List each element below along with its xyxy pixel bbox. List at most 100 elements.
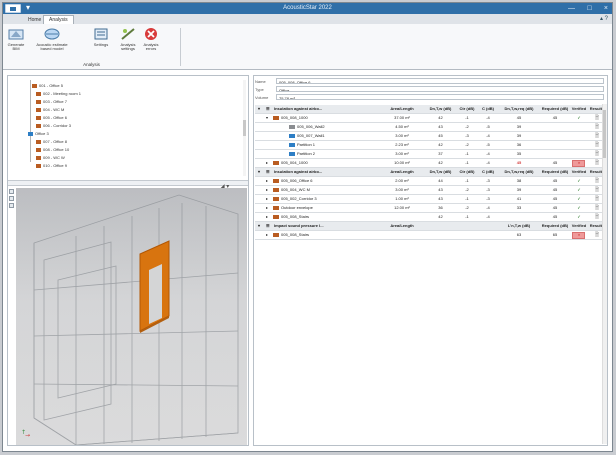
acoustic-model-label: Acoustic estimate based model: [36, 42, 68, 51]
verified-status: ✓: [577, 187, 581, 192]
c-value: -3: [486, 187, 490, 192]
expand-icon[interactable]: ▸: [266, 177, 272, 186]
expand-icon[interactable]: ▾: [266, 114, 272, 123]
acoustic-model-button[interactable]: Acoustic estimate based model: [31, 27, 73, 51]
tree-scroll-thumb[interactable]: [243, 120, 246, 136]
collapse-icon[interactable]: ▾: [258, 105, 264, 114]
table-scroll-thumb[interactable]: [603, 110, 606, 158]
name-field[interactable]: Name 005_008_Office 6: [255, 78, 605, 85]
tree-item[interactable]: 010 - Office 9: [36, 162, 67, 170]
table-row[interactable]: Partition 2 3.00 m² 37 -1 -4 35 🗎: [255, 150, 607, 159]
volume-label: Volume: [255, 95, 269, 100]
close-button[interactable]: ×: [604, 5, 608, 12]
required-value: 33: [516, 205, 522, 210]
required-threshold: 45: [552, 115, 558, 120]
generate-button[interactable]: Generate BIM: [6, 27, 26, 51]
column-header-verified: Verified: [571, 223, 587, 228]
required-value: 39: [516, 187, 522, 192]
row-label: Partition 1: [297, 142, 316, 147]
ctr-value: -2: [465, 142, 469, 147]
type-field[interactable]: Type Office: [255, 86, 605, 93]
expand-icon[interactable]: ▸: [266, 195, 272, 204]
collapse-icon[interactable]: ▾: [258, 168, 264, 177]
element-icon: [273, 160, 279, 165]
table-row[interactable]: Partition 1 2.23 m² 42 -2 -5 36 🗎: [255, 141, 607, 150]
type-input[interactable]: Office: [276, 86, 604, 92]
analysis-errors-button[interactable]: Analysis errors: [141, 27, 161, 51]
section-header-row: ▾ ☰ Impact sound pressure l... Area/Leng…: [255, 222, 607, 231]
row-label: Partition 2: [297, 151, 316, 156]
dntw-value: 36: [438, 205, 443, 210]
c-value: -4: [486, 205, 490, 210]
dntw-value: 43: [438, 187, 443, 192]
tree-item[interactable]: 003 - Office 7: [36, 98, 67, 106]
table-row-group[interactable]: ▸ 005_008_Stairs 42 -1 -4 45 ✓ 🗎: [255, 213, 607, 222]
room-icon: [36, 155, 41, 160]
tree-item[interactable]: 004 - WC M: [36, 106, 64, 114]
required-value: 45: [516, 115, 522, 120]
tree-item-group[interactable]: Office 3: [28, 130, 49, 138]
element-icon: [273, 214, 279, 219]
svg-text:→: →: [25, 432, 30, 439]
tree-item[interactable]: 007 - Office 8: [36, 138, 67, 146]
ctr-value: -1: [465, 151, 469, 156]
ribbon-collapse-help[interactable]: ▴ ?: [600, 15, 608, 22]
table-row-group[interactable]: ▸ 005_008_Stairs 63 65 × 🗎: [255, 231, 607, 240]
tree-item[interactable]: 001 - Office 5: [32, 82, 63, 90]
ctr-value: -2: [465, 205, 469, 210]
view-toolbar: [8, 180, 248, 186]
analysis-settings-button[interactable]: Analysis settings: [117, 27, 139, 51]
table-row-group[interactable]: ▸ 005_006_Office 6 2.00 m² 44 -1 -3 38 4…: [255, 177, 607, 186]
expand-icon[interactable]: ▸: [266, 213, 272, 222]
verified-status: ×: [577, 232, 581, 237]
table-row-group[interactable]: ▾ 005_008_1000 37.00 m² 42 -1 -4 45 45 ✓…: [255, 114, 607, 123]
3d-viewport[interactable]: ↑ →: [16, 188, 247, 445]
table-scrollbar[interactable]: [602, 104, 607, 444]
c-value: -4: [486, 214, 490, 219]
expand-icon[interactable]: ▸: [266, 159, 272, 168]
room-icon: [36, 139, 41, 144]
table-row-group[interactable]: ▸ 005_002_Corridor 3 1.00 m² 43 -1 -3 41…: [255, 195, 607, 204]
tree-scrollbar[interactable]: [243, 80, 246, 176]
tree-item[interactable]: 008 - Office 10: [36, 146, 69, 154]
volume-field[interactable]: Volume 75.78 m³: [255, 94, 605, 101]
tree-item-label: Office 3: [35, 131, 49, 136]
element-icon: [273, 205, 279, 210]
room-icon: [36, 163, 41, 168]
maximize-button[interactable]: □: [587, 5, 591, 12]
tree-item-label: 003 - Office 7: [43, 99, 67, 104]
tree-item[interactable]: 006 - Corridor 3: [36, 122, 71, 130]
render-view-icon[interactable]: [9, 203, 14, 208]
volume-input[interactable]: 75.78 m³: [276, 94, 604, 100]
table-row-group[interactable]: ▸ 005_004_1000 10.00 m² 42 -1 -4 45 45 ×…: [255, 159, 607, 168]
building-3d-model: ↑ →: [16, 188, 247, 445]
room-icon: [36, 99, 41, 104]
table-row-group[interactable]: ▸ Outdoor envelope 12.00 m² 36 -2 -4 33 …: [255, 204, 607, 213]
tree-item[interactable]: 005 - Office 6: [36, 114, 67, 122]
settings-button[interactable]: Settings: [91, 27, 111, 47]
minimize-button[interactable]: —: [568, 5, 575, 12]
verified-status: ✓: [577, 115, 581, 120]
ribbon-group-divider: [180, 28, 181, 66]
room-icon: [36, 123, 41, 128]
tree-item[interactable]: 002 - Meeting room 1: [36, 90, 81, 98]
collapse-icon[interactable]: ▾: [258, 222, 264, 231]
home-view-icon[interactable]: [9, 189, 14, 194]
table-row-group[interactable]: ▸ 005_004_WC M 3.00 m² 43 -2 -3 39 45 ✓ …: [255, 186, 607, 195]
c-value: -5: [486, 124, 490, 129]
c-value: -4: [486, 133, 490, 138]
required-threshold: 45: [552, 160, 558, 165]
c-value: -3: [486, 178, 490, 183]
tree-item[interactable]: 009 - WC W: [36, 154, 65, 162]
expand-icon[interactable]: ▸: [266, 231, 272, 240]
column-header-ctr: Ctr (dB): [459, 106, 475, 111]
expand-icon[interactable]: ▸: [266, 186, 272, 195]
expand-icon[interactable]: ▸: [266, 204, 272, 213]
analysis-icon: [121, 28, 135, 40]
required-threshold: 65: [552, 232, 558, 237]
table-row[interactable]: 005_006_Wall2 4.50 m² 43 -2 -5 39 🗎: [255, 123, 607, 132]
table-row[interactable]: 005_007_Wall1 3.00 m² 45 -3 -4 39 🗎: [255, 132, 607, 141]
required-value: 38: [516, 178, 522, 183]
name-input[interactable]: 005_008_Office 6: [276, 78, 604, 84]
grid-view-icon[interactable]: [9, 196, 14, 201]
